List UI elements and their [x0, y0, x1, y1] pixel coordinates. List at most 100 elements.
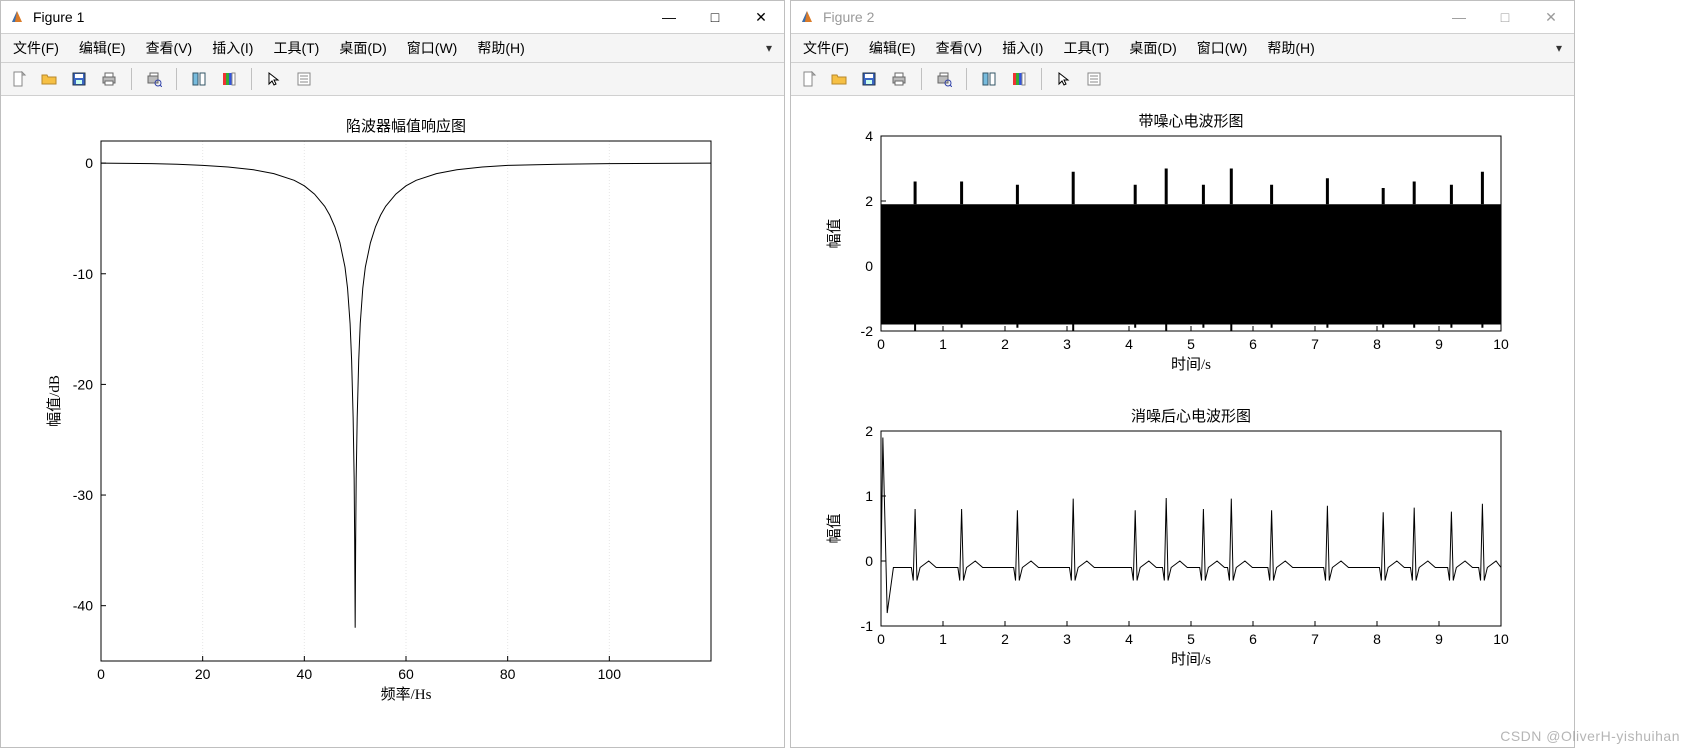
menu-insert[interactable]: 插入(I): [212, 38, 253, 58]
colorbar-icon[interactable]: [217, 67, 241, 91]
svg-text:6: 6: [1249, 631, 1257, 647]
svg-text:7: 7: [1311, 631, 1319, 647]
svg-text:-40: -40: [73, 598, 93, 614]
menu-overflow-icon[interactable]: ▾: [1556, 41, 1562, 55]
new-file-icon[interactable]: [797, 67, 821, 91]
close-button[interactable]: ✕: [738, 1, 784, 33]
figure-1-window: Figure 1 — □ ✕ 文件(F) 编辑(E) 查看(V) 插入(I) 工…: [0, 0, 785, 748]
minimize-button[interactable]: —: [646, 1, 692, 33]
menu-window[interactable]: 窗口(W): [407, 38, 458, 58]
matlab-logo-icon: [799, 9, 815, 25]
svg-text:7: 7: [1311, 336, 1319, 352]
svg-text:0: 0: [97, 666, 105, 682]
menu-edit[interactable]: 编辑(E): [79, 38, 126, 58]
link-axes-icon[interactable]: [187, 67, 211, 91]
svg-text:2: 2: [1001, 336, 1009, 352]
print-icon[interactable]: [97, 67, 121, 91]
svg-text:2: 2: [865, 193, 873, 209]
svg-text:9: 9: [1435, 336, 1443, 352]
svg-text:-10: -10: [73, 266, 93, 282]
menu-bar: 文件(F) 编辑(E) 查看(V) 插入(I) 工具(T) 桌面(D) 窗口(W…: [1, 34, 784, 63]
menu-file[interactable]: 文件(F): [13, 38, 59, 58]
svg-text:0: 0: [865, 553, 873, 569]
svg-text:5: 5: [1187, 631, 1195, 647]
svg-text:3: 3: [1063, 336, 1071, 352]
notch-response-plot: 0204060801000-10-20-30-40陷波器幅值响应图频率/Hs幅值…: [1, 96, 786, 750]
legend-icon[interactable]: [292, 67, 316, 91]
menu-tools[interactable]: 工具(T): [1063, 38, 1109, 58]
svg-text:10: 10: [1493, 631, 1509, 647]
menu-insert[interactable]: 插入(I): [1002, 38, 1043, 58]
title-bar[interactable]: Figure 2 — □ ✕: [791, 1, 1574, 34]
svg-text:10: 10: [1493, 336, 1509, 352]
svg-text:4: 4: [865, 128, 873, 144]
new-file-icon[interactable]: [7, 67, 31, 91]
print-preview-icon[interactable]: [142, 67, 166, 91]
svg-text:陷波器幅值响应图: 陷波器幅值响应图: [346, 117, 466, 135]
svg-text:0: 0: [877, 336, 885, 352]
menu-edit[interactable]: 编辑(E): [869, 38, 916, 58]
svg-text:4: 4: [1125, 336, 1133, 352]
print-icon[interactable]: [887, 67, 911, 91]
svg-text:-20: -20: [73, 376, 93, 392]
watermark-text: CSDN @OliverH-yishuihan: [1500, 728, 1680, 744]
menu-tools[interactable]: 工具(T): [273, 38, 319, 58]
cursor-icon[interactable]: [1052, 67, 1076, 91]
save-icon[interactable]: [857, 67, 881, 91]
figure-2-window: Figure 2 — □ ✕ 文件(F) 编辑(E) 查看(V) 插入(I) 工…: [790, 0, 1575, 748]
svg-text:3: 3: [1063, 631, 1071, 647]
legend-icon[interactable]: [1082, 67, 1106, 91]
colorbar-icon[interactable]: [1007, 67, 1031, 91]
svg-text:100: 100: [598, 666, 622, 682]
menu-file[interactable]: 文件(F): [803, 38, 849, 58]
save-icon[interactable]: [67, 67, 91, 91]
minimize-button[interactable]: —: [1436, 1, 1482, 33]
clean-ecg-plot: 012345678910-1012消噪后心电波形图时间/s幅值: [791, 391, 1576, 686]
cursor-icon[interactable]: [262, 67, 286, 91]
tool-bar: [791, 63, 1574, 96]
svg-text:0: 0: [865, 258, 873, 274]
menu-help[interactable]: 帮助(H): [1267, 38, 1314, 58]
plot-area: 0204060801000-10-20-30-40陷波器幅值响应图频率/Hs幅值…: [1, 96, 784, 747]
svg-text:8: 8: [1373, 336, 1381, 352]
print-preview-icon[interactable]: [932, 67, 956, 91]
menu-help[interactable]: 帮助(H): [477, 38, 524, 58]
svg-text:幅值/dB: 幅值/dB: [46, 375, 63, 427]
svg-text:80: 80: [500, 666, 516, 682]
menu-window[interactable]: 窗口(W): [1197, 38, 1248, 58]
open-folder-icon[interactable]: [827, 67, 851, 91]
svg-text:-2: -2: [861, 323, 874, 339]
figure-title: Figure 2: [823, 9, 874, 25]
svg-text:1: 1: [939, 631, 947, 647]
svg-text:6: 6: [1249, 336, 1257, 352]
maximize-button[interactable]: □: [692, 1, 738, 33]
noisy-ecg-plot: 012345678910-2024带噪心电波形图时间/s幅值: [791, 96, 1576, 391]
svg-text:-1: -1: [861, 618, 874, 634]
svg-text:带噪心电波形图: 带噪心电波形图: [1138, 113, 1243, 130]
menu-desktop[interactable]: 桌面(D): [339, 38, 386, 58]
menu-view[interactable]: 查看(V): [146, 38, 193, 58]
svg-text:20: 20: [195, 666, 211, 682]
svg-text:60: 60: [398, 666, 414, 682]
figure-title: Figure 1: [33, 9, 84, 25]
maximize-button[interactable]: □: [1482, 1, 1528, 33]
svg-text:4: 4: [1125, 631, 1133, 647]
svg-text:幅值: 幅值: [826, 513, 843, 543]
svg-text:1: 1: [865, 488, 873, 504]
svg-text:9: 9: [1435, 631, 1443, 647]
svg-text:时间/s: 时间/s: [1171, 356, 1211, 373]
close-button[interactable]: ✕: [1528, 1, 1574, 33]
open-folder-icon[interactable]: [37, 67, 61, 91]
svg-text:时间/s: 时间/s: [1171, 651, 1211, 668]
menu-view[interactable]: 查看(V): [936, 38, 983, 58]
svg-text:8: 8: [1373, 631, 1381, 647]
link-axes-icon[interactable]: [977, 67, 1001, 91]
title-bar[interactable]: Figure 1 — □ ✕: [1, 1, 784, 34]
menu-bar: 文件(F) 编辑(E) 查看(V) 插入(I) 工具(T) 桌面(D) 窗口(W…: [791, 34, 1574, 63]
svg-text:2: 2: [1001, 631, 1009, 647]
menu-overflow-icon[interactable]: ▾: [766, 41, 772, 55]
svg-text:1: 1: [939, 336, 947, 352]
menu-desktop[interactable]: 桌面(D): [1129, 38, 1176, 58]
svg-text:幅值: 幅值: [826, 218, 843, 248]
svg-text:频率/Hs: 频率/Hs: [381, 686, 432, 703]
